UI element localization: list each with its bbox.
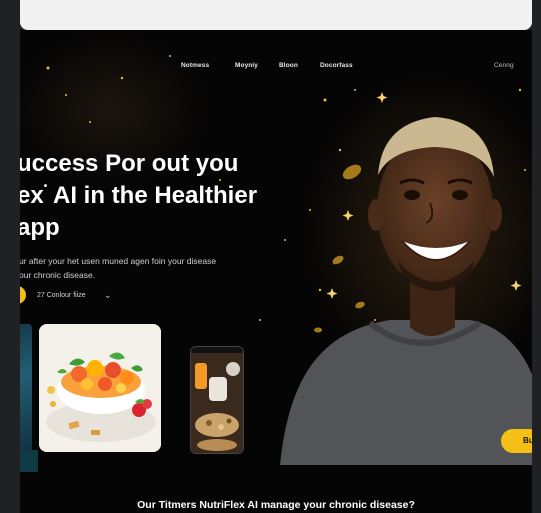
buy-button[interactable]: Bu	[501, 429, 532, 453]
browser-top-bar	[20, 0, 532, 30]
gallery-card-salad[interactable]	[39, 324, 161, 452]
gallery-thumbnail-tag[interactable]	[20, 450, 38, 472]
hero-subtitle: ur after your het usen muned agen foin y…	[20, 254, 279, 282]
nav-item-notmess[interactable]: Notmess	[181, 62, 209, 69]
salad-image-icon	[39, 324, 161, 452]
star-icon: •	[43, 181, 48, 192]
hero-subtitle-line: ur after your het usen muned agen foin y…	[20, 256, 217, 266]
screenshot-frame: Notmess Moyniy Bloon Docorfass Cenng ucc…	[0, 0, 541, 513]
person-photo-icon	[280, 117, 532, 465]
nav-item-moyniy[interactable]: Moyniy	[235, 62, 258, 69]
section-heading: Our Titmers NutriFlex AI manage your chr…	[137, 499, 415, 511]
hero-title-tagline: AI in the Healthier	[53, 182, 258, 209]
hero-title-brand: ex	[20, 182, 44, 209]
hero-subtitle-line: our chronic disease.	[20, 270, 96, 280]
landing-page: Notmess Moyniy Bloon Docorfass Cenng ucc…	[20, 30, 532, 513]
gallery-thumbnail-partial[interactable]	[20, 324, 32, 454]
chevron-down-icon[interactable]: ⌄	[104, 290, 112, 301]
count-selector-label[interactable]: 27 Conlour fiize	[37, 292, 86, 299]
phone-image-icon	[191, 347, 243, 453]
gallery-card-phone[interactable]	[190, 346, 244, 454]
